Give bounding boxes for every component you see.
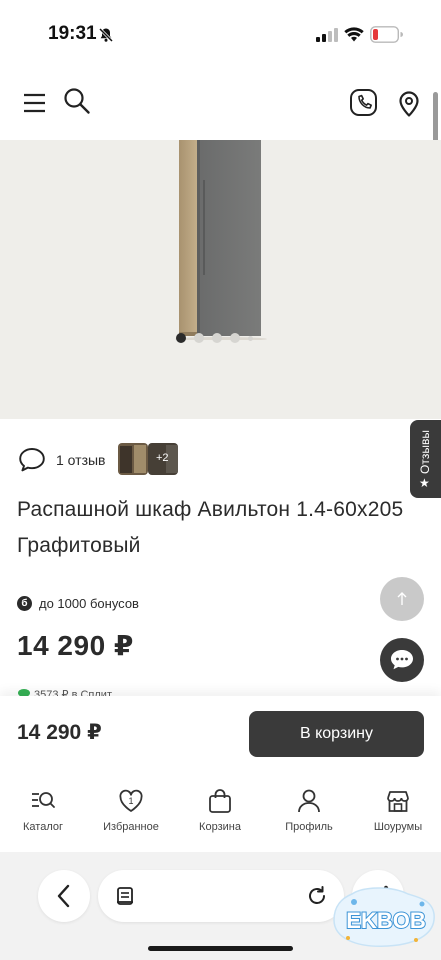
menu-icon[interactable] <box>20 88 50 118</box>
product-price: 14 290 ₽ <box>17 630 134 661</box>
favorites-count: 1 <box>128 796 133 806</box>
reviews-side-tab-label: Отзывы <box>418 430 432 474</box>
reload-icon[interactable] <box>305 884 329 908</box>
reviews-side-tab[interactable]: Отзывы ★ <box>410 420 441 498</box>
purchase-bar: 14 290 ₽ В корзину <box>0 696 441 772</box>
heart-icon: 1 <box>119 789 143 812</box>
chat-bubble-icon <box>391 650 413 670</box>
star-icon: ★ <box>419 476 430 490</box>
reviews-link[interactable]: 1 отзыв <box>18 443 106 477</box>
chevron-left-icon <box>57 884 70 908</box>
gallery-dot[interactable] <box>194 333 204 343</box>
tab-favorites-label: Избранное <box>103 821 159 833</box>
gallery-dot[interactable] <box>212 333 222 343</box>
bonus-badge-icon: б <box>17 596 32 611</box>
product-title: Распашной шкаф Авильтон 1.4-60х205 Графи… <box>17 498 404 557</box>
signal-icon <box>316 28 338 42</box>
gallery-dot[interactable] <box>230 333 240 343</box>
review-photo-thumb[interactable] <box>118 443 148 475</box>
bonus-info: б до 1000 бонусов <box>17 596 139 611</box>
home-indicator <box>148 946 293 951</box>
user-icon <box>298 789 320 813</box>
tab-profile-label: Профиль <box>285 821 333 833</box>
status-bar: 19:31 <box>0 0 441 72</box>
watermark-logo: EKBOB <box>333 887 435 947</box>
battery-low-icon <box>370 26 403 43</box>
tab-showrooms-label: Шоурумы <box>373 821 423 833</box>
tab-cart[interactable]: Корзина <box>180 788 260 833</box>
tab-profile[interactable]: Профиль <box>269 788 349 833</box>
scroll-to-top-button[interactable] <box>380 577 424 621</box>
bottom-tab-bar: Каталог 1 Избранное Корзина Профиль Шоур… <box>0 772 441 852</box>
page-format-icon <box>117 887 133 905</box>
comment-icon <box>19 448 45 472</box>
page-scrollbar[interactable] <box>433 92 438 144</box>
browser-back-button[interactable] <box>38 870 90 922</box>
watermark-text: EKBOB <box>346 908 425 933</box>
showroom-icon <box>387 791 409 812</box>
more-photos-count: +2 <box>156 452 169 464</box>
arrow-up-icon <box>397 592 407 605</box>
bonus-text: до 1000 бонусов <box>39 596 139 611</box>
status-time: 19:31 <box>48 23 97 44</box>
bell-muted-icon <box>98 27 114 43</box>
review-photo-more[interactable]: +2 <box>148 443 178 475</box>
phone-call-icon[interactable] <box>349 88 379 118</box>
tab-favorites[interactable]: 1 Избранное <box>91 788 171 833</box>
add-to-cart-button[interactable]: В корзину <box>249 711 424 757</box>
tab-cart-label: Корзина <box>199 821 241 833</box>
reviews-count: 1 отзыв <box>56 452 106 468</box>
location-pin-icon[interactable] <box>394 88 424 118</box>
tab-catalog[interactable]: Каталог <box>3 788 83 833</box>
purchase-bar-price: 14 290 ₽ <box>17 721 102 744</box>
site-header <box>0 72 441 140</box>
catalog-search-icon <box>32 792 55 808</box>
bag-icon <box>209 789 231 813</box>
product-image <box>175 140 267 340</box>
gallery-pagination <box>176 333 253 343</box>
browser-address-bar[interactable] <box>98 870 344 922</box>
search-icon[interactable] <box>62 86 92 116</box>
tab-catalog-label: Каталог <box>23 821 63 833</box>
wifi-icon <box>344 27 364 42</box>
tab-showrooms[interactable]: Шоурумы <box>358 788 438 833</box>
chat-button[interactable] <box>380 638 424 682</box>
product-gallery[interactable] <box>0 140 441 419</box>
gallery-dot[interactable] <box>176 333 186 343</box>
gallery-dot[interactable] <box>248 335 253 341</box>
